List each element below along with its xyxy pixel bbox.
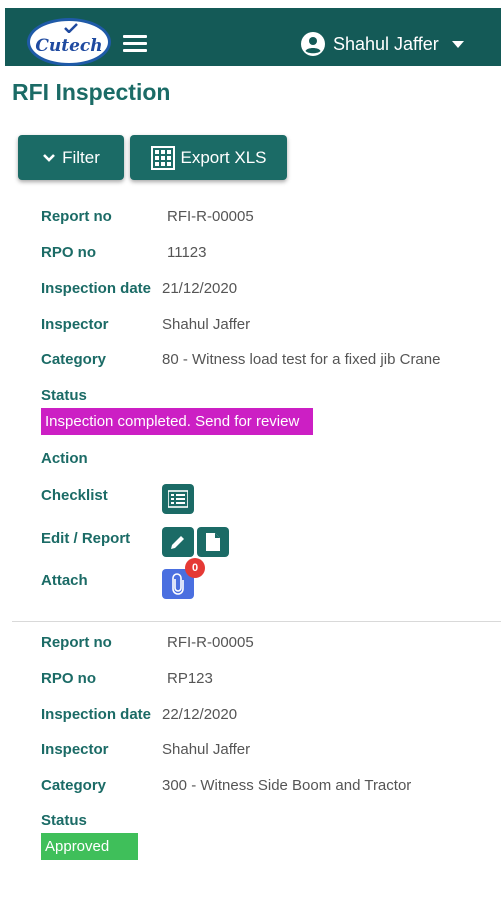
- inspection-card: Report no RFI-R-00005 RPO no RP123 Inspe…: [12, 621, 501, 900]
- category-label: Category: [41, 351, 107, 368]
- category-row: Category 80 - Witness load test for a fi…: [41, 351, 440, 368]
- user-avatar-icon: [301, 32, 325, 56]
- inspection-date-label: Inspection date: [41, 706, 152, 723]
- report-no-value: RFI-R-00005: [167, 634, 254, 651]
- pencil-icon: [171, 536, 184, 549]
- page-title: RFI Inspection: [12, 79, 171, 105]
- action-row: Action: [41, 450, 162, 467]
- edit-button[interactable]: [162, 527, 194, 557]
- top-navbar: Cutech Shahul Jaffer: [5, 8, 501, 66]
- rpo-no-value: 11123: [167, 244, 207, 261]
- inspection-card: Report no RFI-R-00005 RPO no 11123 Inspe…: [12, 198, 501, 618]
- inspection-date-row: Inspection date 22/12/2020: [41, 706, 237, 723]
- user-menu[interactable]: Shahul Jaffer: [301, 32, 464, 56]
- checklist-row: Checklist: [41, 487, 162, 504]
- rpo-no-value: RP123: [167, 670, 213, 687]
- chevron-down-icon: [43, 153, 56, 162]
- inspection-date-label: Inspection date: [41, 280, 152, 297]
- status-label: Status: [41, 812, 87, 829]
- rpo-no-label: RPO no: [41, 244, 96, 261]
- hamburger-menu-icon[interactable]: [123, 35, 147, 53]
- rpo-no-row: RPO no 11123: [41, 244, 207, 261]
- rpo-no-row: RPO no RP123: [41, 670, 213, 687]
- rpo-no-label: RPO no: [41, 670, 96, 687]
- user-name: Shahul Jaffer: [333, 33, 439, 54]
- status-badge: Approved: [41, 833, 138, 860]
- action-label: Action: [41, 450, 88, 467]
- inspector-label: Inspector: [41, 316, 109, 333]
- attach-row: Attach: [41, 572, 162, 589]
- filter-button-label: Filter: [62, 147, 100, 167]
- inspector-value: Shahul Jaffer: [162, 741, 251, 758]
- category-value: 300 - Witness Side Boom and Tractor: [162, 777, 412, 794]
- document-icon: [206, 533, 220, 551]
- inspector-row: Inspector Shahul Jaffer: [41, 316, 250, 333]
- inspection-date-value: 22/12/2020: [162, 706, 238, 723]
- inspector-value: Shahul Jaffer: [162, 316, 251, 333]
- category-label: Category: [41, 777, 107, 794]
- logo-text: Cutech: [35, 36, 103, 56]
- checklist-button[interactable]: [162, 484, 194, 514]
- report-no-label: Report no: [41, 634, 112, 651]
- filter-button[interactable]: Filter: [18, 135, 124, 180]
- report-button[interactable]: [197, 527, 229, 557]
- status-label: Status: [41, 387, 87, 404]
- checkmark-icon: [64, 23, 78, 33]
- inspection-date-row: Inspection date 21/12/2020: [41, 280, 237, 297]
- inspector-row: Inspector Shahul Jaffer: [41, 741, 250, 758]
- status-row: Status: [41, 387, 162, 404]
- category-row: Category 300 - Witness Side Boom and Tra…: [41, 777, 411, 794]
- inspection-date-value: 21/12/2020: [162, 280, 238, 297]
- report-no-value: RFI-R-00005: [167, 208, 254, 225]
- table-grid-icon: [150, 145, 175, 170]
- report-no-label: Report no: [41, 208, 112, 225]
- paperclip-icon: [172, 573, 184, 595]
- caret-down-icon: [451, 40, 464, 48]
- export-button-label: Export XLS: [180, 147, 267, 167]
- status-badge: Inspection completed. Send for review: [41, 408, 313, 435]
- cutech-logo[interactable]: Cutech: [27, 18, 111, 66]
- report-no-row: Report no RFI-R-00005: [41, 634, 254, 651]
- report-no-row: Report no RFI-R-00005: [41, 208, 254, 225]
- inspector-label: Inspector: [41, 741, 109, 758]
- attachment-count-badge: 0: [185, 558, 205, 578]
- edit-report-label: Edit / Report: [41, 530, 131, 547]
- checklist-label: Checklist: [41, 487, 108, 504]
- export-xls-button[interactable]: Export XLS: [130, 135, 287, 180]
- edit-report-row: Edit / Report: [41, 530, 162, 547]
- list-icon: [168, 490, 188, 508]
- category-value: 80 - Witness load test for a fixed jib C…: [162, 351, 441, 368]
- attach-label: Attach: [41, 572, 88, 589]
- status-row: Status: [41, 812, 162, 829]
